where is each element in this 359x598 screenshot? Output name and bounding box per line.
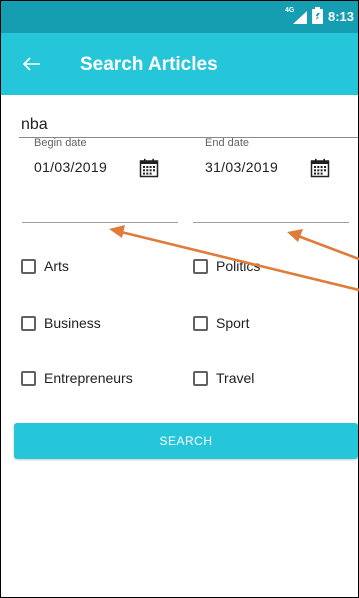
checkbox-travel[interactable]: Travel [193,370,254,386]
checkbox-box[interactable] [193,315,208,331]
end-date-underline [193,222,349,223]
checkbox-box[interactable] [193,258,208,274]
end-date-value[interactable]: 31/03/2019 [205,159,278,175]
checkbox-business[interactable]: Business [21,315,101,331]
signal-icon: 4G [285,7,307,24]
back-button[interactable] [15,47,49,81]
begin-date-underline [22,222,178,223]
end-date-field[interactable]: End date 31/03/2019 [193,137,350,227]
checkbox-label: Entrepreneurs [44,370,133,386]
checkbox-label: Arts [44,258,69,274]
checkbox-box[interactable] [21,370,36,386]
checkbox-label: Sport [216,315,250,331]
search-button[interactable]: SEARCH [14,423,358,459]
battery-icon [311,7,323,24]
checkbox-label: Politics [216,258,261,274]
begin-date-label: Begin date [34,137,87,149]
status-time: 8:13 [327,9,354,24]
checkbox-box[interactable] [21,258,36,274]
calendar-icon[interactable] [310,158,330,178]
checkbox-box[interactable] [21,315,36,331]
calendar-icon[interactable] [139,158,159,178]
search-query-input[interactable] [19,113,358,138]
checkbox-sport[interactable]: Sport [193,315,249,331]
phone-screen: 4G 8:13 Search Articles Begin date 01/03… [0,0,359,598]
checkbox-label: Travel [216,370,255,386]
app-bar: Search Articles [1,33,358,95]
checkbox-politics[interactable]: Politics [193,258,260,274]
begin-date-value[interactable]: 01/03/2019 [34,159,107,175]
arrow-left-icon [23,57,40,71]
checkbox-label: Business [44,315,101,331]
checkbox-entrepreneurs[interactable]: Entrepreneurs [21,370,133,386]
status-bar: 4G 8:13 [1,1,358,33]
checkbox-box[interactable] [193,370,208,386]
page-title: Search Articles [80,54,218,75]
status-indicators: 4G 8:13 [285,7,354,24]
end-date-label: End date [205,137,250,149]
checkbox-arts[interactable]: Arts [21,258,69,274]
begin-date-field[interactable]: Begin date 01/03/2019 [22,137,179,227]
